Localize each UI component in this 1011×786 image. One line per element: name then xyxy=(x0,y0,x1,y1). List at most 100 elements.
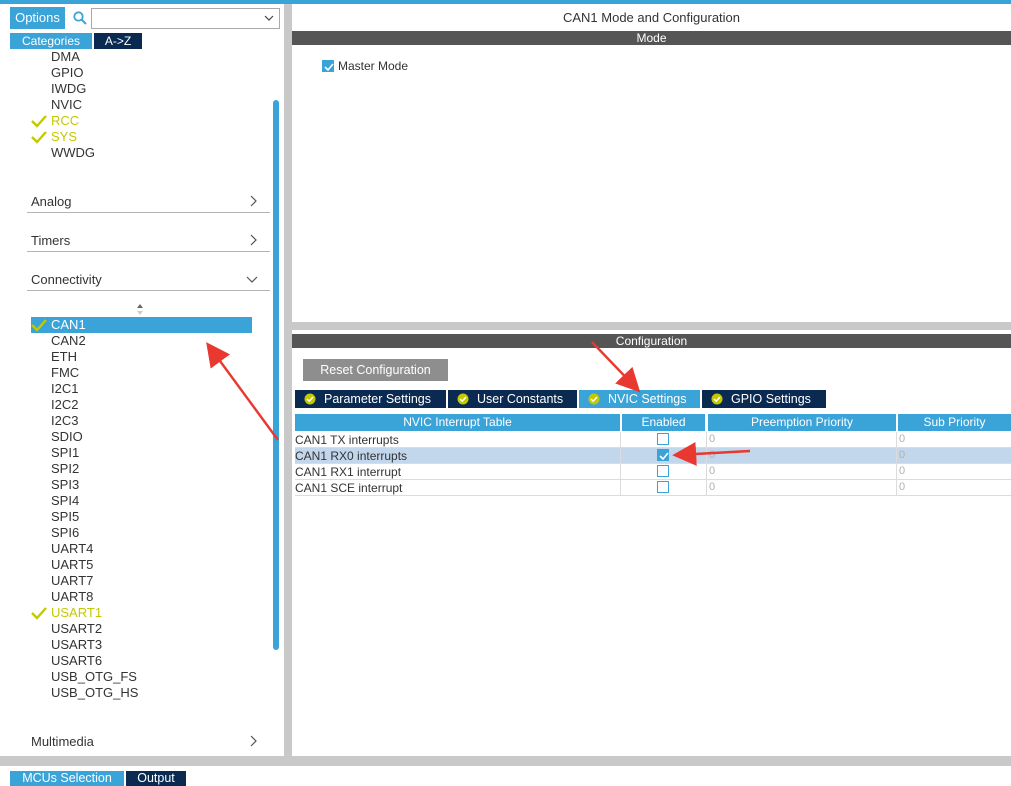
peripheral-item[interactable]: SPI2 xyxy=(51,461,79,477)
sub-priority-value[interactable]: 0 xyxy=(899,433,905,445)
chevron-right-icon xyxy=(250,234,257,246)
check-circle-icon xyxy=(457,393,469,405)
peripheral-item[interactable]: NVIC xyxy=(51,97,82,113)
peripheral-item[interactable]: I2C1 xyxy=(51,381,78,397)
check-circle-icon xyxy=(711,393,723,405)
category-label: Timers xyxy=(31,233,71,248)
category-label: Multimedia xyxy=(31,734,94,749)
tab-label: Parameter Settings xyxy=(324,392,431,406)
configuration-pane: CAN1 Mode and Configuration Mode Master … xyxy=(292,4,1011,756)
check-icon xyxy=(31,115,47,128)
enabled-checkbox[interactable] xyxy=(657,465,669,477)
peripheral-item[interactable]: SPI6 xyxy=(51,525,79,541)
preemption-priority-value[interactable]: 0 xyxy=(709,481,715,493)
peripheral-item[interactable]: RCC xyxy=(51,113,79,129)
category-analog[interactable]: Analog xyxy=(27,191,272,213)
vertical-splitter[interactable] xyxy=(284,4,292,756)
peripheral-item[interactable]: USART2 xyxy=(51,621,102,637)
enabled-checkbox[interactable] xyxy=(657,481,669,493)
peripheral-item[interactable]: UART8 xyxy=(51,589,93,605)
tab-parameter-settings[interactable]: Parameter Settings xyxy=(295,390,446,408)
preemption-priority-value[interactable]: 0 xyxy=(709,433,715,445)
page-title: CAN1 Mode and Configuration xyxy=(562,10,741,25)
tab-gpio-settings[interactable]: GPIO Settings xyxy=(702,390,826,408)
peripheral-item[interactable]: SPI5 xyxy=(51,509,79,525)
check-icon xyxy=(659,452,669,461)
peripheral-item[interactable]: DMA xyxy=(51,49,80,65)
category-tree: DMA GPIO IWDG NVIC RCC SYS WWDG Analog Timers … xyxy=(9,47,284,756)
sub-priority-value[interactable]: 0 xyxy=(899,481,905,493)
column-header-interrupt[interactable]: NVIC Interrupt Table xyxy=(295,414,620,431)
tab-mcus-selection[interactable]: MCUs Selection xyxy=(10,771,124,786)
peripheral-item[interactable]: UART4 xyxy=(51,541,93,557)
category-label: Analog xyxy=(31,194,72,209)
column-header-sub-priority[interactable]: Sub Priority xyxy=(898,414,1011,431)
tab-label: NVIC Settings xyxy=(608,392,687,406)
column-divider xyxy=(896,464,897,480)
master-mode-checkbox[interactable] xyxy=(322,60,334,72)
peripheral-item[interactable]: CAN1 xyxy=(51,317,86,333)
bottom-splitter[interactable] xyxy=(0,756,1011,766)
table-row[interactable]: CAN1 RX0 interrupts 0 0 xyxy=(295,448,1011,464)
tab-user-constants[interactable]: User Constants xyxy=(448,390,577,408)
column-divider xyxy=(620,432,621,448)
peripheral-item[interactable]: USART1 xyxy=(51,605,102,621)
column-header-preemption[interactable]: Preemption Priority xyxy=(708,414,896,431)
peripheral-item[interactable]: ETH xyxy=(51,349,77,365)
peripheral-item[interactable]: USB_OTG_HS xyxy=(51,685,138,701)
peripheral-item[interactable]: WWDG xyxy=(51,145,95,161)
tree-scrollbar-thumb[interactable] xyxy=(273,100,279,650)
peripheral-item[interactable]: USART3 xyxy=(51,637,102,653)
search-input[interactable] xyxy=(91,8,280,29)
peripheral-item[interactable]: UART5 xyxy=(51,557,93,573)
category-timers[interactable]: Timers xyxy=(27,230,272,252)
table-row[interactable]: CAN1 SCE interrupt 0 0 xyxy=(295,480,1011,496)
table-row[interactable]: CAN1 RX1 interrupt 0 0 xyxy=(295,464,1011,480)
preemption-priority-value[interactable]: 0 xyxy=(709,449,715,461)
preemption-priority-value[interactable]: 0 xyxy=(709,465,715,477)
check-icon xyxy=(31,607,47,620)
search-icon[interactable] xyxy=(73,11,87,25)
tab-output[interactable]: Output xyxy=(126,771,186,786)
interrupt-name: CAN1 TX interrupts xyxy=(295,433,399,447)
peripheral-item[interactable]: GPIO xyxy=(51,65,84,81)
enabled-checkbox[interactable] xyxy=(657,433,669,445)
category-multimedia[interactable]: Multimedia xyxy=(27,731,272,753)
peripheral-item[interactable]: SPI3 xyxy=(51,477,79,493)
peripheral-item[interactable]: UART7 xyxy=(51,573,93,589)
interrupt-name: CAN1 RX1 interrupt xyxy=(295,465,402,479)
peripheral-item[interactable]: FMC xyxy=(51,365,79,381)
peripheral-item[interactable]: SPI1 xyxy=(51,445,79,461)
peripheral-item[interactable]: SYS xyxy=(51,129,77,145)
peripheral-item[interactable]: I2C2 xyxy=(51,397,78,413)
sub-priority-value[interactable]: 0 xyxy=(899,449,905,461)
enabled-checkbox[interactable] xyxy=(657,449,669,461)
column-divider xyxy=(896,448,897,464)
column-header-enabled[interactable]: Enabled xyxy=(622,414,705,431)
tab-label: User Constants xyxy=(477,392,564,406)
options-button[interactable]: Options xyxy=(10,7,65,29)
column-divider xyxy=(620,480,621,496)
category-connectivity[interactable]: Connectivity xyxy=(27,269,272,291)
reset-configuration-button[interactable]: Reset Configuration xyxy=(303,359,448,381)
horizontal-splitter[interactable] xyxy=(292,322,1011,330)
sub-priority-value[interactable]: 0 xyxy=(899,465,905,477)
mode-header: Mode xyxy=(292,31,1011,45)
tab-nvic-settings[interactable]: NVIC Settings xyxy=(579,390,700,408)
sort-icon[interactable] xyxy=(136,303,144,316)
interrupt-name: CAN1 RX0 interrupts xyxy=(295,449,408,463)
peripheral-item[interactable]: IWDG xyxy=(51,81,86,97)
column-divider xyxy=(706,480,707,496)
peripheral-item[interactable]: SPI4 xyxy=(51,493,79,509)
peripheral-item[interactable]: CAN2 xyxy=(51,333,86,349)
peripheral-item[interactable]: I2C3 xyxy=(51,413,78,429)
master-mode-label: Master Mode xyxy=(338,59,409,73)
column-divider xyxy=(706,464,707,480)
check-icon xyxy=(31,131,47,144)
column-divider xyxy=(620,464,621,480)
peripheral-item[interactable]: SDIO xyxy=(51,429,83,445)
peripheral-item[interactable]: USART6 xyxy=(51,653,102,669)
chevron-down-icon[interactable] xyxy=(263,12,275,24)
peripheral-item[interactable]: USB_OTG_FS xyxy=(51,669,137,685)
table-row[interactable]: CAN1 TX interrupts 0 0 xyxy=(295,432,1011,448)
